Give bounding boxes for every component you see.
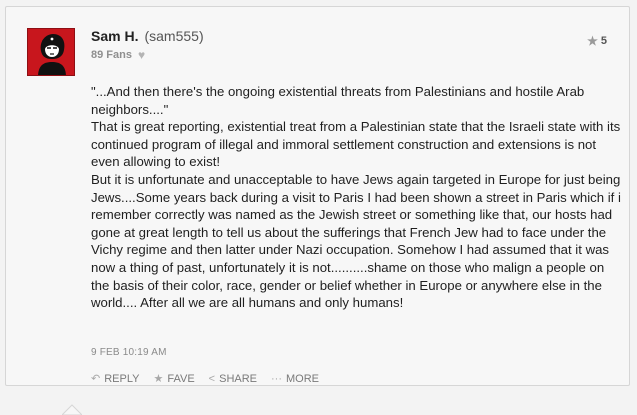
author-line: Sam H. (sam555) <box>91 28 204 44</box>
reply-icon: ↶ <box>91 373 101 385</box>
share-label: SHARE <box>219 372 258 385</box>
share-button[interactable]: < SHARE <box>209 372 257 385</box>
share-icon: < <box>208 372 216 385</box>
fans-line: 89 Fans ♥ <box>91 48 145 62</box>
fans-count[interactable]: 89 Fans <box>91 49 132 61</box>
reply-button[interactable]: ↶ REPLY <box>91 372 140 386</box>
star-icon: ★ <box>153 373 164 385</box>
reply-pointer-icon <box>62 404 82 415</box>
rating[interactable]: ★ 5 <box>587 34 607 48</box>
avatar-portrait-icon <box>28 29 74 75</box>
author-handle[interactable]: (sam555) <box>144 28 203 44</box>
comment-timestamp[interactable]: 9 FEB 10:19 AM <box>91 347 167 358</box>
reply-label: REPLY <box>104 372 140 385</box>
comment-actions: ↶ REPLY ★ FAVE < SHARE ··· MORE <box>91 372 319 386</box>
heart-icon[interactable]: ♥ <box>138 48 145 62</box>
star-icon: ★ <box>587 34 598 48</box>
avatar[interactable] <box>27 28 75 76</box>
rating-count: 5 <box>600 35 607 47</box>
more-button[interactable]: ··· MORE <box>271 372 319 385</box>
comment-card: Sam H. (sam555) 89 Fans ♥ ★ 5 "...And the… <box>5 6 630 386</box>
comment-body: "...And then there's the ongoing existen… <box>91 84 621 311</box>
ellipsis-icon: ··· <box>271 372 283 385</box>
author-name[interactable]: Sam H. <box>91 28 138 44</box>
fave-label: FAVE <box>167 372 195 385</box>
more-label: MORE <box>286 372 320 385</box>
fave-button[interactable]: ★ FAVE <box>153 372 195 386</box>
